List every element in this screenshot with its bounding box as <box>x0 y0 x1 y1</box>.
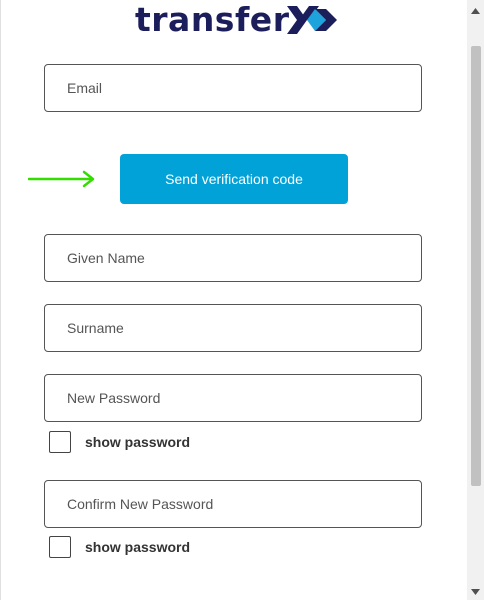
scrollbar-thumb[interactable] <box>471 46 481 486</box>
surname-input[interactable] <box>45 305 421 351</box>
chevron-up-icon[interactable] <box>467 2 484 19</box>
show-new-password-checkbox[interactable] <box>49 431 71 453</box>
show-confirm-password-checkbox[interactable] <box>49 536 71 558</box>
new-password-field[interactable] <box>44 374 422 422</box>
vertical-scrollbar[interactable] <box>467 0 484 600</box>
given-name-input[interactable] <box>45 235 421 281</box>
brand-x-mark-icon <box>287 6 338 34</box>
brand-wordmark: transfer <box>135 0 290 39</box>
chevron-down-icon[interactable] <box>467 583 484 600</box>
window-edge <box>0 0 1 600</box>
confirm-password-input[interactable] <box>45 481 421 527</box>
confirm-password-field[interactable] <box>44 480 422 528</box>
email-field[interactable] <box>44 64 422 112</box>
send-verification-code-button[interactable]: Send verification code <box>120 154 348 204</box>
show-new-password-row[interactable]: show password <box>49 430 190 454</box>
brand-logo: transfer <box>135 0 343 40</box>
show-password-label: show password <box>85 434 191 450</box>
arrow-right-icon <box>28 170 95 188</box>
show-password-label: show password <box>85 539 191 555</box>
email-input[interactable] <box>45 65 421 111</box>
surname-field[interactable] <box>44 304 422 352</box>
given-name-field[interactable] <box>44 234 422 282</box>
new-password-input[interactable] <box>45 375 421 421</box>
show-confirm-password-row[interactable]: show password <box>49 535 190 559</box>
